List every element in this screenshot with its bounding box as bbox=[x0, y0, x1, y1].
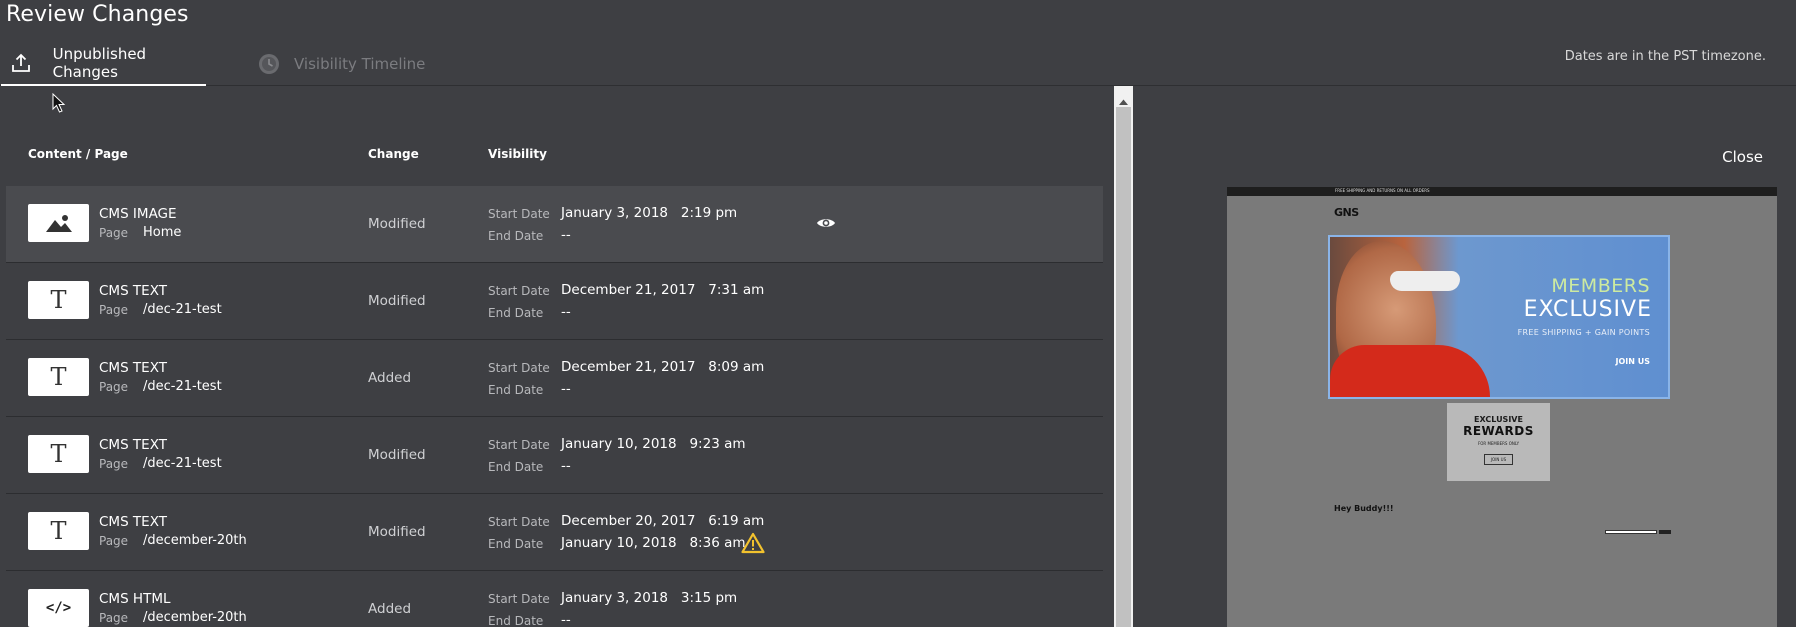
text-icon: T bbox=[28, 435, 89, 473]
end-date-label: End Date bbox=[488, 460, 544, 474]
page-link[interactable]: Home bbox=[143, 225, 181, 240]
change-status: Modified bbox=[368, 216, 426, 232]
change-status: Modified bbox=[368, 447, 426, 463]
start-date-label: Start Date bbox=[488, 284, 550, 298]
table-row[interactable]: T CMS TEXT Page /dec-21-test Modified St… bbox=[6, 263, 1103, 340]
start-date-label: Start Date bbox=[488, 515, 550, 529]
page-link[interactable]: /december-20th bbox=[143, 610, 247, 625]
warning-icon[interactable] bbox=[741, 532, 765, 558]
rewards-banner: EXCLUSIVE REWARDS FOR MEMBERS ONLY JOIN … bbox=[1447, 403, 1550, 481]
column-header-content: Content / Page bbox=[28, 147, 128, 161]
table-row[interactable]: CMS IMAGE Page Home Modified Start Date … bbox=[6, 186, 1103, 263]
end-date-label: End Date bbox=[488, 383, 544, 397]
table-row[interactable]: </> CMS HTML Page /december-20th Added S… bbox=[6, 571, 1103, 627]
end-date-value: -- bbox=[561, 304, 571, 320]
hero-headline-1: MEMBERS bbox=[1551, 275, 1650, 297]
end-date-label: End Date bbox=[488, 229, 544, 243]
table-row[interactable]: T CMS TEXT Page /december-20th Modified … bbox=[6, 494, 1103, 571]
end-date-value: January 10, 2018 8:36 am bbox=[561, 535, 746, 551]
page-label: Page bbox=[99, 611, 129, 625]
hero-headline-2: EXCLUSIVE bbox=[1523, 297, 1652, 322]
end-date-value: -- bbox=[561, 458, 571, 474]
start-date-value: December 21, 2017 7:31 am bbox=[561, 282, 765, 298]
start-date-label: Start Date bbox=[488, 207, 550, 221]
table-row[interactable]: T CMS TEXT Page /dec-21-test Added Start… bbox=[6, 340, 1103, 417]
start-date-value: January 3, 2018 2:19 pm bbox=[561, 205, 738, 221]
end-date-value: -- bbox=[561, 227, 571, 243]
page-link[interactable]: /dec-21-test bbox=[143, 379, 222, 394]
start-date-label: Start Date bbox=[488, 592, 550, 606]
table-row[interactable]: T CMS TEXT Page /dec-21-test Modified St… bbox=[6, 417, 1103, 494]
content-type: CMS TEXT bbox=[99, 360, 167, 376]
content-type: CMS TEXT bbox=[99, 283, 167, 299]
start-date-value: December 20, 2017 6:19 am bbox=[561, 513, 765, 529]
timezone-note: Dates are in the PST timezone. bbox=[1564, 49, 1766, 64]
greeting-text: Hey Buddy!!! bbox=[1334, 504, 1394, 513]
page-title: Review Changes bbox=[6, 2, 189, 27]
hero-banner[interactable]: MEMBERS EXCLUSIVE FREE SHIPPING + GAIN P… bbox=[1328, 235, 1670, 399]
end-date-label: End Date bbox=[488, 614, 544, 627]
tab-unpublished-changes[interactable]: Unpublished Changes bbox=[1, 42, 206, 86]
eye-icon[interactable] bbox=[816, 215, 836, 234]
page-label: Page bbox=[99, 457, 129, 471]
hero-subline: FREE SHIPPING + GAIN POINTS bbox=[1517, 328, 1650, 337]
text-icon: T bbox=[28, 281, 89, 319]
content-type: CMS HTML bbox=[99, 591, 171, 607]
site-logo: GNS bbox=[1334, 206, 1359, 219]
preview-form bbox=[1581, 530, 1673, 535]
start-date-value: January 10, 2018 9:23 am bbox=[561, 436, 746, 452]
content-type: CMS TEXT bbox=[99, 514, 167, 530]
tab-label: Unpublished Changes bbox=[52, 45, 147, 81]
page-label: Page bbox=[99, 380, 129, 394]
start-date-value: January 3, 2018 3:15 pm bbox=[561, 590, 738, 606]
text-icon: T bbox=[28, 512, 89, 550]
end-date-label: End Date bbox=[488, 306, 544, 320]
end-date-label: End Date bbox=[488, 537, 544, 551]
mouse-cursor-icon bbox=[52, 92, 66, 117]
column-header-visibility: Visibility bbox=[488, 147, 547, 161]
change-status: Added bbox=[368, 370, 412, 386]
close-button[interactable]: Close bbox=[1722, 148, 1763, 166]
start-date-value: December 21, 2017 8:09 am bbox=[561, 359, 765, 375]
end-date-value: -- bbox=[561, 381, 571, 397]
scrollbar-thumb[interactable] bbox=[1116, 107, 1131, 627]
code-icon: </> bbox=[28, 589, 89, 627]
content-type: CMS TEXT bbox=[99, 437, 167, 453]
change-status: Added bbox=[368, 601, 412, 617]
start-date-label: Start Date bbox=[488, 438, 550, 452]
change-status: Modified bbox=[368, 524, 426, 540]
content-type: CMS IMAGE bbox=[99, 206, 177, 222]
column-header-change: Change bbox=[368, 147, 419, 161]
page-label: Page bbox=[99, 534, 129, 548]
end-date-value: -- bbox=[561, 612, 571, 627]
page-preview: FREE SHIPPING AND RETURNS ON ALL ORDERS … bbox=[1227, 187, 1777, 627]
scrollbar[interactable] bbox=[1114, 86, 1133, 627]
page-label: Page bbox=[99, 303, 129, 317]
page-link[interactable]: /dec-21-test bbox=[143, 302, 222, 317]
change-status: Modified bbox=[368, 293, 426, 309]
upload-icon bbox=[11, 52, 32, 74]
hero-cta: JOIN US bbox=[1615, 357, 1651, 366]
tab-visibility-timeline[interactable]: Visibility Timeline bbox=[256, 42, 425, 86]
tab-bar: Unpublished Changes Visibility Timeline bbox=[0, 42, 1796, 86]
clock-icon bbox=[258, 53, 280, 75]
page-label: Page bbox=[99, 226, 129, 240]
site-topbar: FREE SHIPPING AND RETURNS ON ALL ORDERS bbox=[1227, 187, 1777, 196]
start-date-label: Start Date bbox=[488, 361, 550, 375]
page-link[interactable]: /december-20th bbox=[143, 533, 247, 548]
text-icon: T bbox=[28, 358, 89, 396]
image-icon bbox=[28, 204, 89, 242]
changes-list: Content / Page Change Visibility CMS IMA… bbox=[0, 87, 1114, 627]
tab-label: Visibility Timeline bbox=[294, 55, 426, 73]
page-link[interactable]: /dec-21-test bbox=[143, 456, 222, 471]
